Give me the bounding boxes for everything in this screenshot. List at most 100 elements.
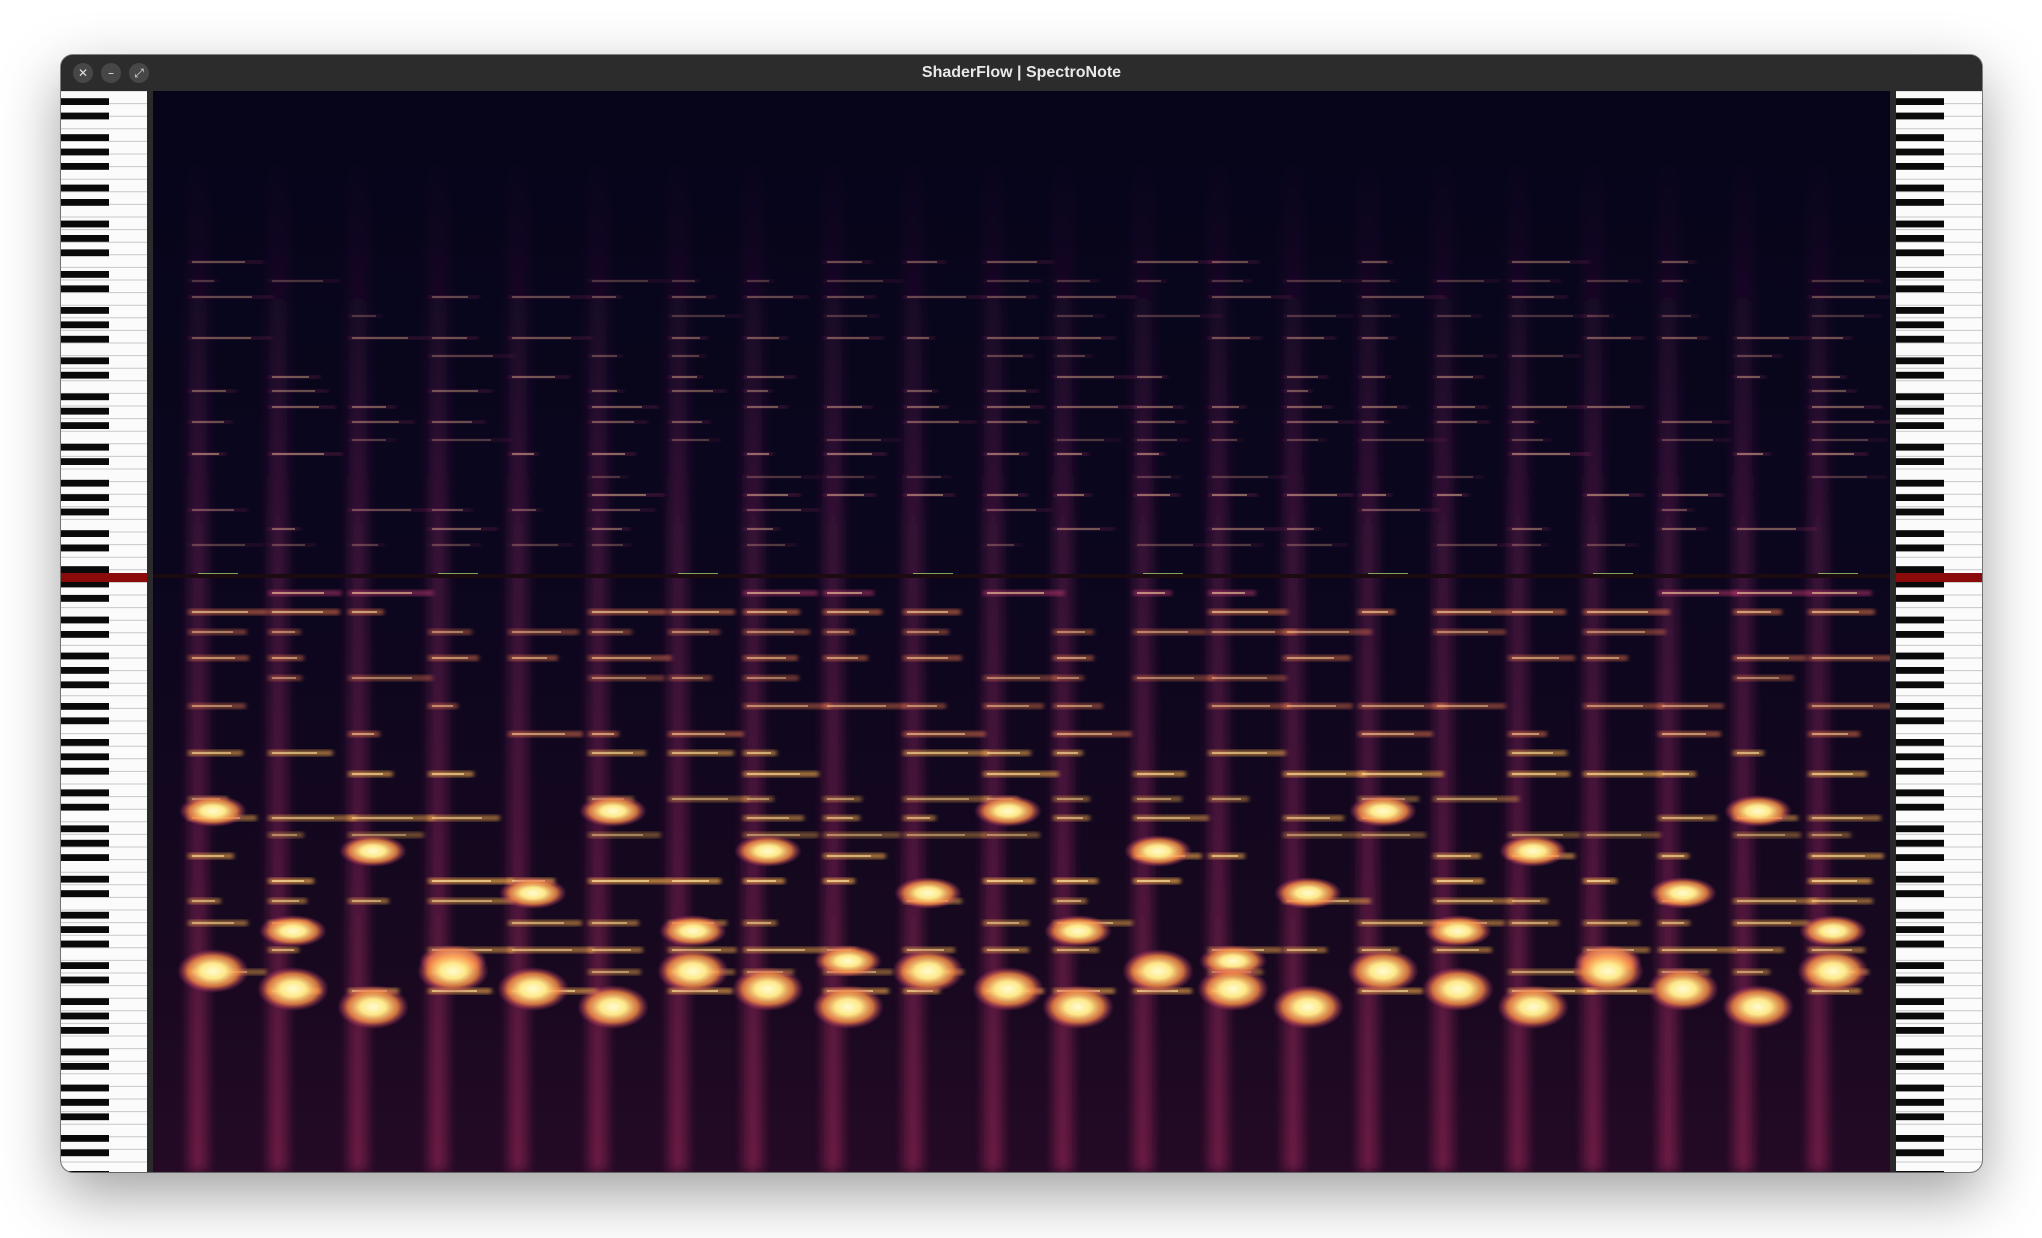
black-key [1896, 1135, 1944, 1142]
harmonic-core [1587, 337, 1631, 339]
harmonic-core [1212, 476, 1268, 478]
harmonic-core [1287, 657, 1334, 659]
black-key [61, 249, 109, 257]
harmonic-core [592, 544, 623, 546]
harmonic-core [512, 376, 555, 378]
harmonic-core [827, 476, 864, 478]
fundamental-blob [179, 795, 247, 827]
harmonic-core [272, 406, 319, 408]
harmonic-core [432, 337, 467, 339]
black-key [61, 1171, 109, 1172]
harmonic-core [827, 611, 869, 613]
harmonic-core [1812, 817, 1863, 819]
harmonic-core [272, 949, 294, 951]
harmonic-core [827, 592, 862, 594]
black-key [61, 595, 109, 602]
harmonic-core [192, 922, 234, 924]
harmonic-core [592, 390, 617, 392]
piano-keyboard-left[interactable] [61, 91, 153, 1172]
harmonic-core [272, 752, 317, 754]
black-key [61, 976, 109, 984]
harmonic-core [1437, 798, 1497, 800]
harmonic-core [1362, 509, 1420, 511]
harmonic-core [1362, 834, 1410, 836]
harmonic-core [1057, 453, 1082, 455]
black-key [1896, 134, 1944, 141]
harmonic-core [272, 453, 324, 455]
harmonic-core [1212, 439, 1237, 441]
harmonic-core [1212, 611, 1268, 613]
harmonic-core [1812, 773, 1853, 775]
fundamental-blob [1197, 967, 1269, 1011]
black-key [1896, 112, 1944, 120]
black-key [61, 220, 109, 228]
black-key [1896, 717, 1944, 725]
harmonic-core [592, 922, 627, 924]
black-key [61, 285, 109, 293]
harmonic-core [1057, 376, 1114, 378]
fundamental-blob [1044, 915, 1112, 947]
harmonic-core [747, 544, 785, 546]
black-key [1896, 631, 1944, 638]
harmonic-core [352, 611, 377, 613]
harmonic-core [827, 406, 862, 408]
black-key [1896, 458, 1944, 465]
harmonic-core [907, 337, 929, 339]
harmonic-core [432, 773, 464, 775]
piano-keys-left [61, 91, 147, 1172]
black-key [61, 1027, 109, 1034]
harmonic-core [1587, 406, 1630, 408]
harmonic-core [1587, 494, 1629, 496]
harmonic-core [747, 798, 769, 800]
harmonic-core [747, 390, 768, 392]
piano-keyboard-right[interactable] [1890, 91, 1982, 1172]
harmonic-core [192, 390, 226, 392]
harmonic-core [1662, 592, 1719, 594]
black-key [61, 494, 109, 501]
harmonic-core [1437, 880, 1473, 882]
black-key [1896, 335, 1944, 343]
harmonic-core [747, 657, 786, 659]
harmonic-core [987, 752, 1020, 754]
harmonic-core [1662, 705, 1708, 707]
black-key [61, 767, 109, 775]
harmonic-core [1057, 880, 1088, 882]
fundamental-blob [894, 877, 962, 909]
harmonic-core [1812, 611, 1859, 613]
harmonic-core [747, 528, 773, 530]
harmonic-core [592, 421, 634, 423]
harmonic-core [432, 900, 492, 902]
harmonic-core [672, 439, 709, 441]
harmonic-core [1437, 611, 1491, 613]
harmonic-core [1287, 390, 1308, 392]
harmonic-core [1737, 834, 1785, 836]
black-key [1896, 875, 1944, 883]
harmonic-core [1512, 406, 1567, 408]
harmonic-core [592, 296, 616, 298]
harmonic-core [1812, 439, 1868, 441]
black-key [61, 998, 109, 1005]
title-bar[interactable]: ✕ – ⤢ ShaderFlow | SpectroNote [61, 55, 1982, 92]
spectrogram-canvas[interactable] [153, 91, 1890, 1172]
black-key [61, 458, 109, 465]
harmonic-core [352, 544, 378, 546]
harmonic-core [1512, 773, 1556, 775]
black-key [1896, 998, 1944, 1005]
harmonic-core [592, 494, 646, 496]
harmonic-core [192, 855, 224, 857]
harmonic-core [1662, 315, 1691, 317]
harmonic-core [272, 900, 299, 902]
fundamental-blob [1722, 985, 1794, 1029]
harmonic-core [1662, 261, 1688, 263]
harmonic-core [1137, 376, 1162, 378]
harmonic-core [1057, 296, 1116, 298]
harmonic-core [1587, 705, 1643, 707]
fundamental-blob [1122, 949, 1194, 993]
harmonic-core [1512, 733, 1539, 735]
harmonic-core [747, 705, 808, 707]
harmonic-core [1057, 900, 1081, 902]
harmonic-core [1057, 817, 1083, 819]
harmonic-core [1812, 376, 1840, 378]
fundamental-blob [1499, 835, 1567, 867]
harmonic-core [1137, 453, 1159, 455]
